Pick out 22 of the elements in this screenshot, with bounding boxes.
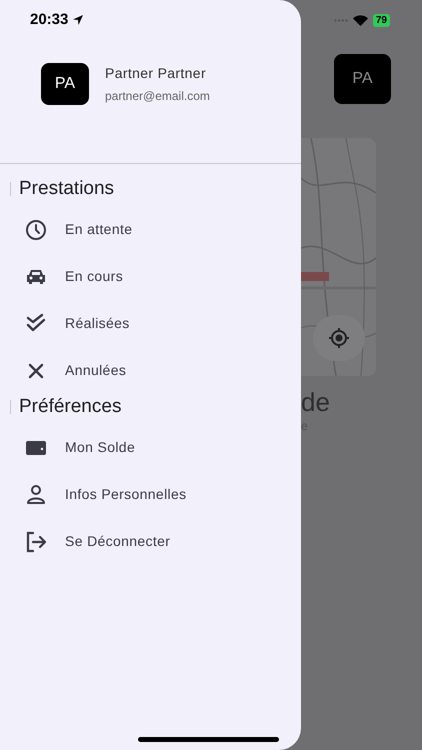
section-heading: Prestations	[19, 176, 114, 201]
menu-item[interactable]: Annulées	[0, 347, 301, 394]
clock-icon	[24, 218, 48, 242]
locate-icon	[328, 327, 350, 349]
menu-item[interactable]: Mon Solde	[0, 424, 301, 471]
status-time: 20:33	[30, 10, 68, 30]
profile-avatar: PA	[41, 63, 89, 105]
logout-icon	[24, 530, 48, 554]
menu-item[interactable]: Se Déconnecter	[0, 518, 301, 565]
menu-item[interactable]: En cours	[0, 253, 301, 300]
menu-item[interactable]: Infos Personnelles	[0, 471, 301, 518]
location-arrow-icon	[72, 14, 84, 26]
wifi-icon	[352, 14, 368, 26]
section-heading: Préférences	[19, 394, 122, 419]
menu-item[interactable]: En attente	[0, 206, 301, 253]
profile-email: partner@email.com	[105, 88, 210, 105]
page-title: de	[301, 386, 331, 418]
avatar-button[interactable]: PA	[334, 54, 391, 104]
profile-name: Partner Partner	[105, 64, 207, 83]
battery-icon: 79	[372, 14, 390, 26]
person-icon	[24, 482, 48, 506]
menu-item[interactable]: Réalisées	[0, 300, 301, 347]
